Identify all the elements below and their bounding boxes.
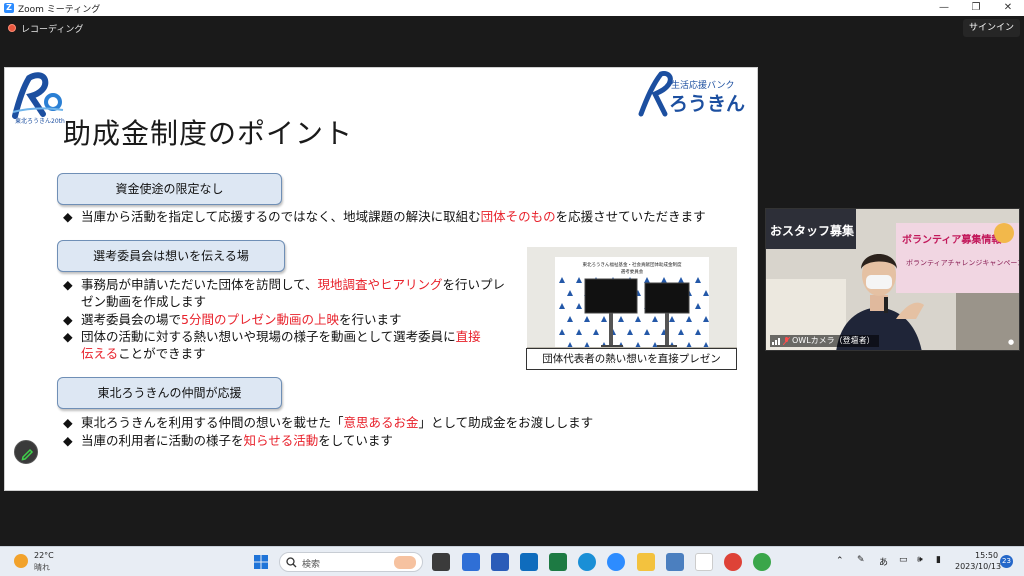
notification-badge[interactable]: 23 [1000,555,1013,568]
minimize-button[interactable]: — [928,0,960,16]
battery-icon[interactable]: ▮ [936,555,941,565]
windows-taskbar: 22°C 晴れ 検索 ⌃ ✎ あ ▭ 🕪 ▮ 15:50 2023/10/13 … [0,546,1024,576]
diamond-bullet-icon: ◆ [63,277,73,292]
participant-name: OWLカメラ（登壇者） [792,336,875,345]
video-sign-volunteer: ボランティア募集情報 [902,233,1002,246]
participant-video-tile[interactable]: おスタッフ募集 ボランティア募集情報 ボランティアチャレンジキャンペーン OWL… [765,208,1020,351]
video-sign-staff: おスタッフ募集 [770,223,855,238]
slack-app-icon[interactable] [695,553,713,571]
photo-banner-line1: 東北ろうきん福祉基金・社会貢献団体助成金制度 [583,261,682,268]
windows-start-icon[interactable] [252,553,270,571]
diamond-bullet-icon: ◆ [63,329,73,344]
zoom-logo-icon: Z [4,3,14,13]
selection-committee-photo: 東北ろうきん福祉基金・社会貢献団体助成金制度 選考委員会 [527,247,737,353]
tohoku-rokin-20th-logo-icon: 東北ろうきん20th [12,72,65,125]
zoom-window: Z Zoom ミーティング — ❐ ✕ レコーディング サインイン 東北ろうきん… [0,0,1024,576]
photo-banner-line2: 選考委員会 [621,268,644,275]
recording-label: レコーディング [21,25,84,35]
file-explorer-icon[interactable] [637,553,655,571]
search-placeholder: 検索 [302,560,321,570]
bullet-item: ◆ 団体の活動に対する熱い想いや現場の様子を動画として選考委員に直接 伝えることが… [63,329,481,361]
ime-mode-indicator[interactable]: あ [879,555,888,568]
weather-sun-icon[interactable] [14,554,28,568]
window-title: Zoom ミーティング [18,4,101,15]
excel-app-icon[interactable] [549,553,567,571]
search-icon [286,557,297,568]
signal-bars-icon [772,338,780,345]
window-titlebar: Z Zoom ミーティング — ❐ ✕ [0,0,1024,16]
bullet-item: ◆ 当庫の利用者に活動の様子を知らせる活動をしています [63,433,393,448]
tray-pen-icon[interactable]: ✎ [857,555,865,565]
shared-screen-slide: 東北ろうきん20th 生活応援バンク ろうきん 助成金制度のポイント 資金使途の… [4,67,758,491]
bullet-item: ◆ 東北ろうきんを利用する仲間の想いを載せた「意思あるお金」として助成金をお渡しし… [63,415,594,430]
section-pill: 東北ろうきんの仲間が応援 [57,377,282,409]
section-pill: 資金使途の限定なし [57,173,282,205]
outlook-app-icon[interactable] [520,553,538,571]
recording-icon [8,24,16,32]
photo-caption: 団体代表者の熱い想いを直接プレゼン [526,348,737,370]
network-icon[interactable]: ▭ [899,555,908,565]
photo-illustration: 東北ろうきん福祉基金・社会貢献団体助成金制度 選考委員会 [527,247,737,353]
logo-left-text: 東北ろうきん20th [15,117,65,125]
task-view-icon[interactable] [432,553,450,571]
weather-description[interactable]: 晴れ [34,562,50,573]
bullet-item: ◆ 選考委員会の場で5分間のプレゼン動画の上映を行います [63,312,402,327]
pencil-icon [21,448,34,461]
slide-title: 助成金制度のポイント [63,117,354,150]
speaker-video-illustration: おスタッフ募集 ボランティア募集情報 ボランティアチャレンジキャンペーン [766,209,1020,350]
section-pill: 選考委員会は想いを伝える場 [57,240,285,272]
volume-icon[interactable]: 🕪 [917,555,923,565]
notepad-app-icon[interactable] [666,553,684,571]
rokin-bank-logo-icon: 生活応援バンク ろうきん [638,71,745,117]
word-app-icon[interactable] [491,553,509,571]
edge-browser-icon[interactable] [578,553,596,571]
taskbar-search-input[interactable]: 検索 [279,552,423,572]
restore-button[interactable]: ❐ [960,0,992,16]
annotate-pen-button[interactable] [14,440,38,464]
search-highlight-icon [394,556,416,569]
mic-muted-icon [783,337,790,345]
logo-right-small: 生活応援バンク [671,79,734,91]
participant-name-label: OWLカメラ（登壇者） [770,335,879,347]
meet-app-icon[interactable] [462,553,480,571]
diamond-bullet-icon: ◆ [63,312,73,327]
bullet-item: ◆ 当庫から活動を指定して応援するのではなく、地域課題の解決に取組む団体そのものを… [63,209,706,224]
signin-button[interactable]: サインイン [962,19,1020,37]
tray-overflow-icon[interactable]: ⌃ [836,556,844,566]
clock-time[interactable]: 15:50 [975,551,998,560]
diamond-bullet-icon: ◆ [63,415,73,430]
chrome-browser-icon[interactable] [724,553,742,571]
close-button[interactable]: ✕ [992,0,1024,16]
more-options-icon[interactable]: ● [1008,338,1014,346]
meeting-topbar: レコーディング サインイン [0,16,1024,40]
clock-date[interactable]: 2023/10/13 [955,562,1001,571]
logo-right-big: ろうきん [669,93,745,115]
video-sign-campaign: ボランティアチャレンジキャンペーン [906,259,1020,267]
chrome-profile-icon[interactable] [753,553,771,571]
diamond-bullet-icon: ◆ [63,433,73,448]
bullet-item: ◆ 事務局が申請いただいた団体を訪問して、現地調査やヒアリングを行いプレ ゼン動画… [63,277,506,309]
diamond-bullet-icon: ◆ [63,209,73,224]
zoom-app-icon[interactable] [607,553,625,571]
weather-temperature[interactable]: 22°C [34,551,54,560]
